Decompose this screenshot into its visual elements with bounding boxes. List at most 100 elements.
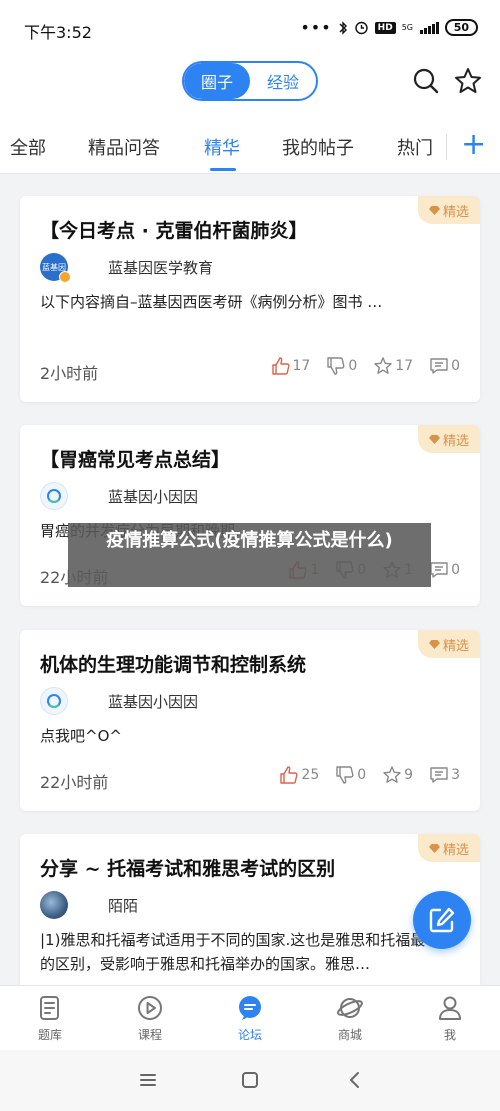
author-name[interactable]: 蓝基因小因因	[108, 691, 198, 712]
badge-label: 精选	[442, 433, 469, 449]
avatar[interactable]	[40, 891, 68, 919]
comment-icon	[430, 562, 448, 578]
status-time: 下午3:52	[24, 23, 92, 42]
question-bank-icon	[40, 996, 59, 1020]
like-button[interactable]: 17	[271, 356, 310, 376]
tab-all[interactable]: 全部	[10, 134, 46, 160]
post-card[interactable]: 精选 分享 ~ 托福考试和雅思考试的区别 陌陌 |1)雅思和托福考试适用于不同的…	[20, 834, 480, 985]
avatar[interactable]	[40, 687, 68, 715]
featured-badge: 精选	[418, 425, 480, 453]
comment-icon	[430, 767, 448, 783]
diamond-icon	[428, 639, 440, 649]
post-title[interactable]: 【胃癌常见考点总结】	[40, 445, 230, 472]
battery-indicator: 50	[444, 19, 478, 36]
tab-quality-qa[interactable]: 精品问答	[88, 134, 160, 160]
menu-icon[interactable]	[138, 1070, 158, 1090]
thumbs-down-icon	[327, 357, 345, 375]
author-name[interactable]: 蓝基因医学教育	[108, 257, 213, 278]
star-outline-icon	[374, 357, 392, 374]
nav-courses[interactable]: 课程	[100, 986, 200, 1050]
post-card[interactable]: 精选 【今日考点 · 克雷伯杆菌肺炎】 蓝基因 蓝基因医学教育 以下内容摘自–蓝…	[20, 196, 480, 402]
comment-icon	[430, 358, 448, 374]
post-card[interactable]: 精选 机体的生理功能调节和控制系统 蓝基因小因因 点我吧^O^ 22小时前 25…	[20, 630, 480, 811]
play-circle-icon	[138, 996, 162, 1020]
post-actions: 17 0 17 0	[255, 356, 460, 376]
post-time: 2小时前	[40, 364, 99, 383]
status-bar: 下午3:52 ••• HD 5G 50	[0, 0, 500, 58]
overlay-banner: 疫情推算公式(疫情推算公式是什么)	[68, 523, 431, 587]
nav-forum[interactable]: 论坛	[200, 986, 300, 1050]
featured-badge: 精选	[418, 630, 480, 658]
bottom-nav: 题库 课程 论坛 商城 我	[0, 985, 500, 1050]
tab-my-posts[interactable]: 我的帖子	[282, 134, 354, 160]
post-excerpt: 以下内容摘自–蓝基因西医考研《病例分析》图书 …	[40, 293, 383, 311]
star-icon[interactable]	[453, 66, 483, 96]
thumbs-up-icon	[280, 766, 298, 784]
alarm-icon	[354, 21, 368, 35]
comment-button[interactable]: 3	[429, 765, 460, 785]
thumbs-up-icon	[271, 357, 289, 375]
avatar[interactable]: 蓝基因	[40, 253, 71, 283]
hd-badge: HD	[374, 21, 396, 34]
post-title[interactable]: 【今日考点 · 克雷伯杆菌肺炎】	[40, 216, 307, 243]
post-title[interactable]: 分享 ~ 托福考试和雅思考试的区别	[40, 854, 335, 881]
verified-icon	[59, 271, 71, 283]
tab-divider	[446, 134, 447, 160]
avatar-logo-icon	[47, 489, 61, 503]
comment-button[interactable]: 0	[429, 560, 460, 580]
nav-me[interactable]: 我	[400, 986, 500, 1050]
comment-button[interactable]: 0	[429, 356, 460, 376]
author-name[interactable]: 陌陌	[108, 895, 138, 916]
author-row[interactable]: 蓝基因小因因	[40, 482, 198, 510]
post-actions: 25 0 9 3	[263, 765, 460, 785]
home-square-icon[interactable]	[240, 1070, 260, 1090]
post-time: 22小时前	[40, 773, 109, 792]
featured-badge: 精选	[418, 196, 480, 224]
more-dots-icon: •••	[300, 17, 332, 37]
add-tab-icon[interactable]: +	[461, 126, 486, 164]
dislike-button[interactable]: 0	[326, 356, 357, 376]
user-icon	[439, 996, 461, 1020]
back-icon[interactable]	[345, 1070, 365, 1090]
avatar[interactable]	[40, 482, 68, 510]
thumbs-down-icon	[336, 766, 354, 784]
badge-label: 精选	[442, 842, 469, 858]
favorite-button[interactable]: 17	[373, 356, 413, 376]
author-row[interactable]: 蓝基因小因因	[40, 687, 198, 715]
planet-icon	[337, 998, 363, 1018]
signal-icon	[419, 21, 439, 34]
forum-chat-icon	[239, 996, 261, 1020]
bluetooth-icon	[339, 20, 347, 35]
diamond-icon	[428, 843, 440, 853]
dislike-button[interactable]: 0	[335, 765, 366, 785]
author-name[interactable]: 蓝基因小因因	[108, 486, 198, 507]
post-excerpt: 点我吧^O^	[40, 727, 122, 745]
like-button[interactable]: 25	[279, 765, 319, 785]
post-excerpt: |1)雅思和托福考试适用于不同的国家.这也是雅思和托福最本质的区别，受影响于雅思…	[40, 931, 456, 973]
status-icons: ••• HD 5G 50	[300, 19, 478, 36]
diamond-icon	[428, 434, 440, 444]
avatar-logo-icon	[47, 694, 61, 708]
badge-label: 精选	[442, 204, 469, 220]
system-nav-bar	[0, 1050, 500, 1111]
nav-mall[interactable]: 商城	[300, 986, 400, 1050]
post-title[interactable]: 机体的生理功能调节和控制系统	[40, 650, 306, 677]
search-icon[interactable]	[411, 66, 441, 96]
favorite-button[interactable]: 9	[382, 765, 413, 785]
segment-experience[interactable]: 经验	[250, 63, 316, 99]
compose-button[interactable]	[413, 891, 471, 949]
badge-label: 精选	[442, 638, 469, 654]
author-row[interactable]: 陌陌	[40, 891, 138, 919]
tab-hot[interactable]: 热门	[397, 134, 433, 160]
featured-badge: 精选	[418, 834, 480, 862]
author-row[interactable]: 蓝基因 蓝基因医学教育	[40, 253, 213, 283]
segment-circle[interactable]: 圈子	[184, 63, 250, 99]
network-type: 5G	[401, 22, 413, 32]
nav-question-bank[interactable]: 题库	[0, 986, 100, 1050]
active-tab-indicator	[210, 168, 236, 171]
category-tab-bar: 全部 精品问答 精华 我的帖子 热门 +	[0, 120, 500, 174]
star-outline-icon	[383, 766, 401, 783]
tab-essence[interactable]: 精华	[204, 134, 240, 160]
top-header: 圈子 经验	[0, 58, 500, 120]
segment-control: 圈子 经验	[182, 61, 318, 101]
